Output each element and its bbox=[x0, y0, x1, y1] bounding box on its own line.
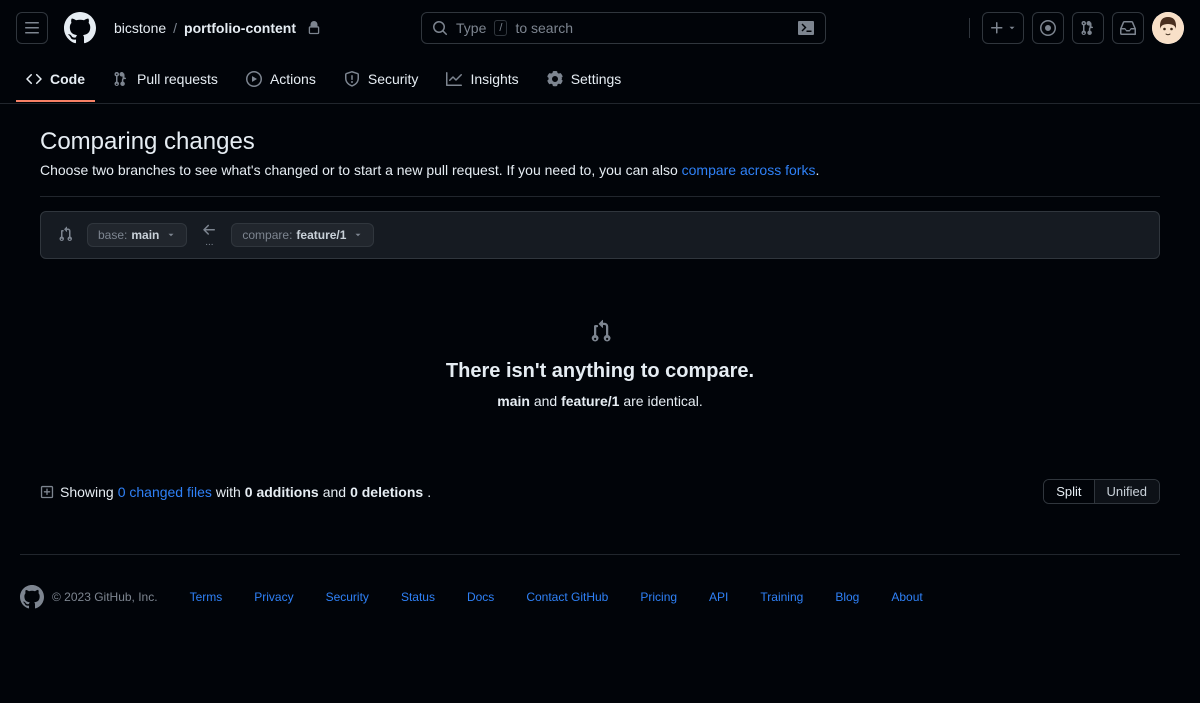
diff-summary-text: Showing 0 changed files with 0 additions… bbox=[40, 484, 431, 500]
empty-branch1: main bbox=[497, 393, 530, 409]
footer-link-api[interactable]: API bbox=[709, 590, 728, 604]
tab-pulls-label: Pull requests bbox=[137, 71, 218, 87]
git-pull-request-icon bbox=[113, 71, 129, 87]
search-icon bbox=[432, 20, 448, 36]
empty-end: are identical. bbox=[619, 393, 702, 409]
footer-copyright: © 2023 GitHub, Inc. bbox=[20, 585, 158, 609]
compare-branch-button[interactable]: compare: feature/1 bbox=[231, 223, 374, 247]
tab-actions[interactable]: Actions bbox=[236, 58, 326, 102]
caret-down-icon bbox=[353, 230, 363, 240]
footer-copyright-text: © 2023 GitHub, Inc. bbox=[52, 590, 158, 604]
breadcrumb-repo[interactable]: portfolio-content bbox=[184, 20, 296, 36]
empty-state: There isn't anything to compare. main an… bbox=[40, 319, 1160, 409]
tab-actions-label: Actions bbox=[270, 71, 316, 87]
file-diff-icon bbox=[40, 485, 54, 499]
graph-icon bbox=[446, 71, 462, 87]
code-icon bbox=[26, 71, 42, 87]
footer: © 2023 GitHub, Inc. Terms Privacy Securi… bbox=[0, 555, 1200, 639]
footer-link-privacy[interactable]: Privacy bbox=[254, 590, 293, 604]
main-container: Comparing changes Choose two branches to… bbox=[20, 104, 1180, 504]
empty-heading: There isn't anything to compare. bbox=[40, 360, 1160, 383]
breadcrumb-owner[interactable]: bicstone bbox=[114, 20, 166, 36]
base-value: main bbox=[131, 228, 159, 242]
header-right bbox=[965, 12, 1184, 44]
tab-settings[interactable]: Settings bbox=[537, 58, 632, 102]
unified-view-button[interactable]: Unified bbox=[1095, 480, 1159, 503]
footer-link-training[interactable]: Training bbox=[760, 590, 803, 604]
compare-value: feature/1 bbox=[296, 228, 346, 242]
base-branch-button[interactable]: base: main bbox=[87, 223, 187, 247]
repo-nav: Code Pull requests Actions Security Insi… bbox=[0, 56, 1200, 104]
footer-link-security[interactable]: Security bbox=[326, 590, 369, 604]
create-new-button[interactable] bbox=[982, 12, 1024, 44]
lock-icon bbox=[303, 20, 321, 36]
git-compare-large-icon bbox=[40, 319, 1160, 346]
diff-view-toggle: Split Unified bbox=[1043, 479, 1160, 504]
github-logo-footer bbox=[20, 585, 44, 609]
avatar[interactable] bbox=[1152, 12, 1184, 44]
issues-button[interactable] bbox=[1032, 12, 1064, 44]
base-label: base: bbox=[98, 228, 127, 242]
footer-link-contact[interactable]: Contact GitHub bbox=[526, 590, 608, 604]
arrow-left-icon: ... bbox=[201, 222, 217, 248]
menu-button[interactable] bbox=[16, 12, 48, 44]
empty-mid: and bbox=[530, 393, 561, 409]
search-input[interactable]: Type / to search bbox=[421, 12, 826, 44]
split-view-button[interactable]: Split bbox=[1044, 480, 1094, 503]
gear-icon bbox=[547, 71, 563, 87]
footer-link-docs[interactable]: Docs bbox=[467, 590, 494, 604]
diff-summary-row: Showing 0 changed files with 0 additions… bbox=[40, 479, 1160, 504]
breadcrumb-separator: / bbox=[173, 20, 177, 36]
footer-link-status[interactable]: Status bbox=[401, 590, 435, 604]
tab-code[interactable]: Code bbox=[16, 58, 95, 102]
diff-deletions: 0 deletions bbox=[350, 484, 423, 500]
tab-settings-label: Settings bbox=[571, 71, 622, 87]
desc-suffix: . bbox=[815, 162, 819, 178]
empty-branch2: feature/1 bbox=[561, 393, 619, 409]
top-header: bicstone / portfolio-content Type / to s… bbox=[0, 0, 1200, 56]
inbox-button[interactable] bbox=[1112, 12, 1144, 44]
divider-line bbox=[40, 196, 1160, 197]
tab-security[interactable]: Security bbox=[334, 58, 429, 102]
footer-link-about[interactable]: About bbox=[891, 590, 922, 604]
tab-pull-requests[interactable]: Pull requests bbox=[103, 58, 228, 102]
branch-selector-row: base: main ... compare: feature/1 bbox=[40, 211, 1160, 259]
diff-additions: 0 additions bbox=[245, 484, 319, 500]
footer-link-pricing[interactable]: Pricing bbox=[640, 590, 677, 604]
diff-dot: . bbox=[427, 484, 431, 500]
empty-message: main and feature/1 are identical. bbox=[40, 393, 1160, 409]
search-suffix-text: to search bbox=[515, 20, 573, 36]
search-key-hint: / bbox=[494, 20, 507, 36]
plus-icon bbox=[989, 20, 1005, 36]
pull-requests-button[interactable] bbox=[1072, 12, 1104, 44]
breadcrumb: bicstone / portfolio-content bbox=[114, 20, 321, 36]
play-icon bbox=[246, 71, 262, 87]
footer-link-terms[interactable]: Terms bbox=[190, 590, 223, 604]
command-palette-icon[interactable] bbox=[797, 20, 815, 36]
diff-with: with bbox=[216, 484, 241, 500]
desc-prefix: Choose two branches to see what's change… bbox=[40, 162, 682, 178]
footer-link-blog[interactable]: Blog bbox=[835, 590, 859, 604]
page-description: Choose two branches to see what's change… bbox=[40, 162, 1160, 178]
diff-and: and bbox=[323, 484, 346, 500]
tab-insights[interactable]: Insights bbox=[436, 58, 528, 102]
tab-security-label: Security bbox=[368, 71, 419, 87]
diff-showing: Showing bbox=[60, 484, 114, 500]
tab-code-label: Code bbox=[50, 71, 85, 87]
shield-icon bbox=[344, 71, 360, 87]
caret-down-icon bbox=[1007, 23, 1017, 33]
changed-files-link[interactable]: 0 changed files bbox=[118, 484, 212, 500]
compare-label: compare: bbox=[242, 228, 292, 242]
github-logo[interactable] bbox=[64, 12, 96, 44]
tab-insights-label: Insights bbox=[470, 71, 518, 87]
divider bbox=[969, 18, 970, 38]
page-title: Comparing changes bbox=[40, 128, 1160, 156]
caret-down-icon bbox=[166, 230, 176, 240]
compare-across-forks-link[interactable]: compare across forks bbox=[682, 162, 816, 178]
search-prefix-text: Type bbox=[456, 20, 486, 36]
git-compare-icon bbox=[57, 226, 73, 245]
